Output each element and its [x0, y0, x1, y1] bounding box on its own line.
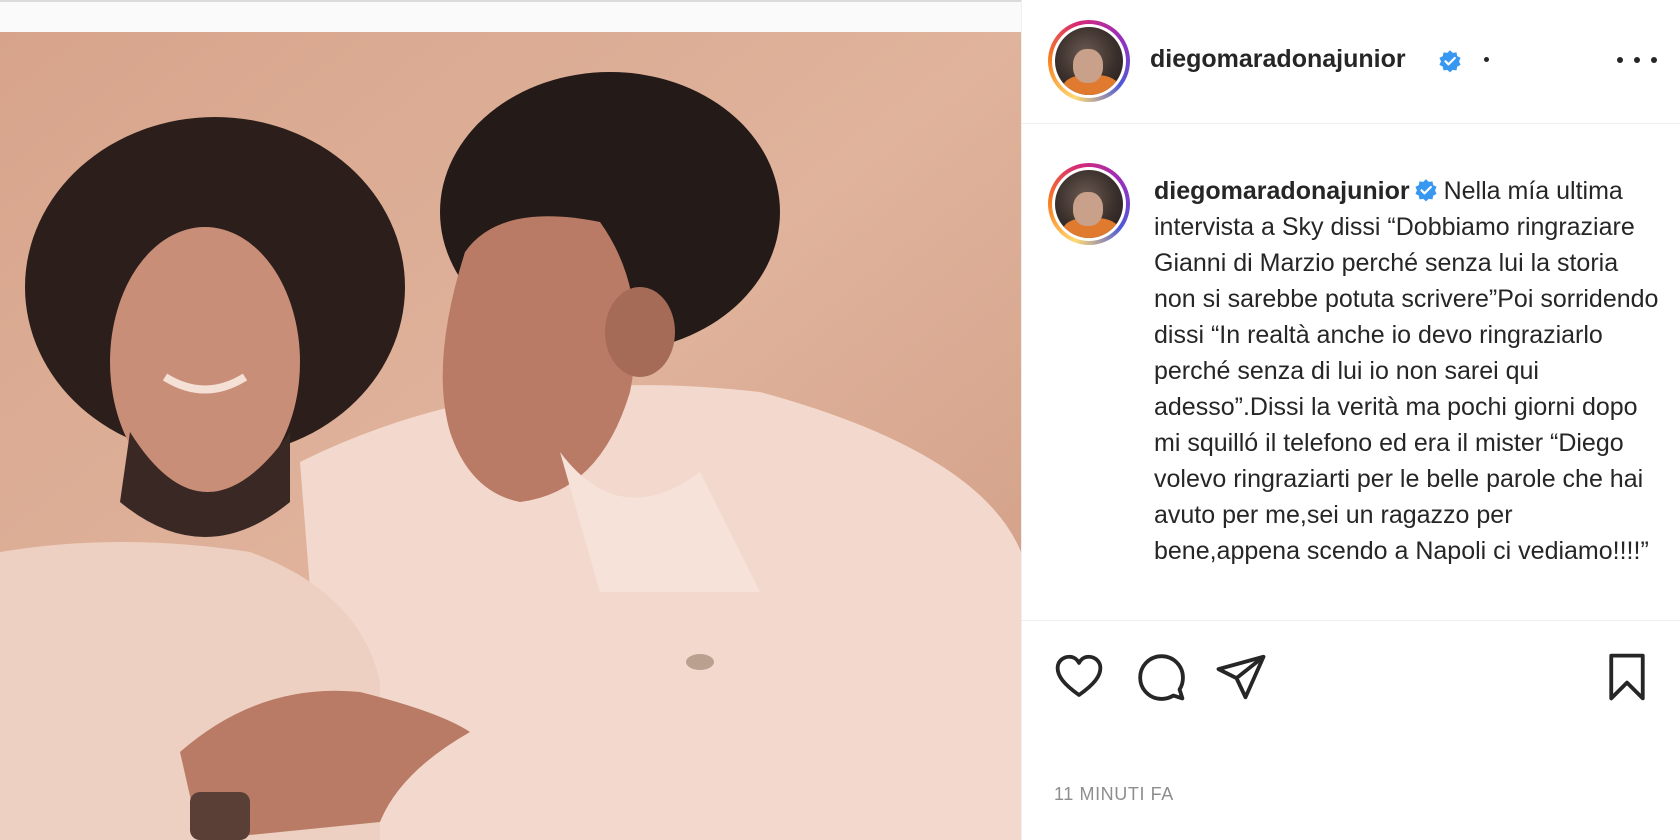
caption-username[interactable]: diegomaradonajunior — [1154, 177, 1410, 205]
avatar-picture — [1055, 27, 1123, 95]
like-button[interactable] — [1052, 650, 1106, 704]
heart-icon — [1055, 654, 1103, 697]
avatar-frame — [1052, 167, 1126, 241]
caption-scroll-area[interactable]: diegomaradonajunior Nella mía ultima int… — [1022, 125, 1680, 621]
avatar-picture — [1055, 170, 1123, 238]
avatar-face — [1073, 49, 1103, 83]
more-dot-icon — [1617, 57, 1623, 63]
follow-separator — [1484, 57, 1489, 62]
comment-icon — [1138, 654, 1185, 701]
top-strip — [0, 0, 1021, 32]
more-dot-icon — [1634, 57, 1640, 63]
post-photo[interactable] — [0, 32, 1021, 840]
header-username[interactable]: diegomaradonajunior — [1150, 45, 1406, 74]
more-dot-icon — [1651, 57, 1657, 63]
paper-plane-icon — [1216, 654, 1266, 700]
more-options-button[interactable] — [1617, 48, 1657, 72]
caption-avatar[interactable] — [1048, 163, 1130, 245]
comment-button[interactable] — [1134, 650, 1188, 704]
avatar-face — [1073, 192, 1103, 226]
share-button[interactable] — [1214, 650, 1268, 704]
post-header: diegomaradonajunior — [1022, 0, 1680, 124]
caption-text: Nella mía ultima intervista a Sky dissi … — [1154, 177, 1659, 565]
avatar-frame — [1052, 24, 1126, 98]
save-button[interactable] — [1600, 650, 1654, 704]
bookmark-icon — [1609, 653, 1645, 701]
verified-badge-icon — [1439, 50, 1461, 73]
post-timestamp[interactable]: 11 minuti fa — [1054, 784, 1174, 805]
post-photo-graphic — [0, 32, 1021, 840]
avatar[interactable] — [1048, 20, 1130, 102]
post-actions-bar — [1022, 622, 1680, 722]
verified-badge-icon — [1415, 179, 1437, 202]
post-side-panel: diegomaradonajunior diegomaradonajunior — [1021, 0, 1680, 840]
post-caption: diegomaradonajunior Nella mía ultima int… — [1154, 173, 1659, 569]
